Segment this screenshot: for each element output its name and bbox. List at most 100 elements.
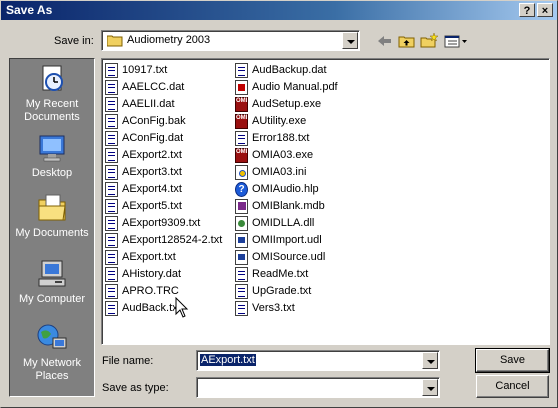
file-doc-icon — [105, 284, 118, 299]
file-item[interactable]: OMIDLLA.dll — [234, 215, 338, 232]
file-doc-icon — [105, 233, 118, 248]
file-item[interactable]: OMI AudSetup.exe — [234, 96, 338, 113]
close-button[interactable]: × — [537, 3, 553, 17]
file-doc-icon — [105, 63, 118, 78]
file-item[interactable]: OMISource.udl — [234, 249, 338, 266]
file-item[interactable]: OMI AUtility.exe — [234, 113, 338, 130]
file-doc-icon — [235, 131, 248, 146]
file-item[interactable]: AExport5.txt — [104, 198, 222, 215]
file-doc-icon — [105, 131, 118, 146]
save-in-label: Save in: — [54, 35, 94, 47]
file-item[interactable]: AExport.txt — [104, 249, 222, 266]
file-doc-icon — [105, 80, 118, 95]
file-item[interactable]: OMI OMIA03.exe — [234, 147, 338, 164]
file-name: OMISource.udl — [252, 251, 326, 263]
file-item[interactable]: OMIA03.ini — [234, 164, 338, 181]
file-item[interactable]: AExport2.txt — [104, 147, 222, 164]
file-doc-icon — [235, 301, 248, 316]
file-exe-icon: OMI — [235, 148, 248, 163]
file-doc-icon — [235, 284, 248, 299]
window-title: Save As — [6, 3, 53, 17]
file-list[interactable]: 10917.txt AAELCC.dat AAELII.dat AConFig.bak… — [101, 58, 550, 345]
views-menu-icon[interactable] — [443, 32, 469, 50]
file-item[interactable]: ReadMe.txt — [234, 266, 338, 283]
save-in-dropdown[interactable]: Audiometry 2003 — [101, 30, 360, 51]
file-item[interactable]: AudBack.txt — [104, 300, 222, 317]
file-name: AExport3.txt — [122, 166, 182, 178]
file-item[interactable]: OMIImport.udl — [234, 232, 338, 249]
file-item[interactable]: AHistory.dat — [104, 266, 222, 283]
place-desktop[interactable]: Desktop — [10, 132, 94, 180]
mouse-cursor-icon — [175, 297, 189, 318]
file-doc-icon — [105, 199, 118, 214]
file-name: AudBack.txt — [122, 302, 181, 314]
file-name: AExport2.txt — [122, 149, 182, 161]
save-in-value: Audiometry 2003 — [127, 34, 211, 46]
file-name-dropdown-arrow[interactable] — [422, 352, 438, 369]
file-name: AExport9309.txt — [122, 217, 201, 229]
file-pdf-icon — [235, 80, 248, 95]
file-item[interactable]: UpGrade.txt — [234, 283, 338, 300]
file-name: AAELCC.dat — [122, 81, 185, 93]
file-item[interactable]: ? OMIAudio.hlp — [234, 181, 338, 198]
network-places-icon — [35, 322, 69, 354]
file-name: UpGrade.txt — [252, 285, 312, 297]
file-name: Vers3.txt — [252, 302, 295, 314]
file-item[interactable]: AExport4.txt — [104, 181, 222, 198]
place-label: My Documents — [15, 227, 89, 239]
file-item[interactable]: 10917.txt — [104, 62, 222, 79]
file-doc-icon — [105, 97, 118, 112]
title-bar[interactable]: Save As ? × — [1, 1, 557, 20]
file-item[interactable]: Error188.txt — [234, 130, 338, 147]
file-name: APRO.TRC — [122, 285, 179, 297]
save-in-dropdown-arrow[interactable] — [342, 32, 358, 49]
file-item[interactable]: AAELCC.dat — [104, 79, 222, 96]
file-item[interactable]: AExport3.txt — [104, 164, 222, 181]
file-name: AHistory.dat — [122, 268, 182, 280]
file-doc-icon — [105, 216, 118, 231]
save-button[interactable]: Save — [475, 348, 550, 373]
file-dll-icon — [235, 216, 248, 231]
file-item[interactable]: Audio Manual.pdf — [234, 79, 338, 96]
new-folder-icon[interactable] — [419, 32, 439, 50]
back-icon[interactable] — [375, 32, 395, 50]
file-item[interactable]: Vers3.txt — [234, 300, 338, 317]
cancel-button[interactable]: Cancel — [476, 375, 549, 398]
file-name-input[interactable]: AExport.txt — [200, 354, 256, 366]
place-label: My Computer — [18, 293, 86, 305]
up-folder-icon[interactable] — [397, 32, 417, 50]
file-name: AUtility.exe — [252, 115, 307, 127]
place-network-places[interactable]: My Network Places — [10, 322, 94, 383]
file-column-2: AudBackup.dat Audio Manual.pdf OMI AudSetup… — [234, 62, 338, 317]
file-item[interactable]: AConFig.dat — [104, 130, 222, 147]
place-my-documents[interactable]: My Documents — [10, 192, 94, 240]
file-udl-icon — [235, 233, 248, 248]
file-name: OMIA03.exe — [252, 149, 314, 161]
save-as-type-dropdown-arrow[interactable] — [422, 379, 438, 396]
place-recent-documents[interactable]: My Recent Documents — [10, 63, 94, 124]
file-name: AAELII.dat — [122, 98, 175, 110]
file-item[interactable]: AExport9309.txt — [104, 215, 222, 232]
file-doc-icon — [105, 182, 118, 197]
my-documents-icon — [35, 192, 69, 224]
file-name: AConFig.dat — [122, 132, 184, 144]
help-button[interactable]: ? — [519, 3, 535, 17]
save-as-dialog: Save As ? × Save in: Audiometry 2003 My … — [0, 0, 558, 408]
file-item[interactable]: AudBackup.dat — [234, 62, 338, 79]
place-my-computer[interactable]: My Computer — [10, 258, 94, 306]
file-name: OMIA03.ini — [252, 166, 307, 178]
file-column-1: 10917.txt AAELCC.dat AAELII.dat AConFig.bak… — [104, 62, 222, 317]
file-item[interactable]: AAELII.dat — [104, 96, 222, 113]
file-name-combobox[interactable]: AExport.txt — [196, 350, 440, 371]
file-item[interactable]: AConFig.bak — [104, 113, 222, 130]
file-name: AConFig.bak — [122, 115, 186, 127]
file-name: AExport4.txt — [122, 183, 182, 195]
file-item[interactable]: OMIBlank.mdb — [234, 198, 338, 215]
file-doc-icon — [105, 267, 118, 282]
file-name: OMIDLLA.dll — [252, 217, 315, 229]
file-item[interactable]: APRO.TRC — [104, 283, 222, 300]
file-name: AExport5.txt — [122, 200, 182, 212]
save-as-type-dropdown[interactable] — [196, 377, 440, 398]
file-item[interactable]: AExport128524-2.txt — [104, 232, 222, 249]
file-name: AudSetup.exe — [252, 98, 322, 110]
